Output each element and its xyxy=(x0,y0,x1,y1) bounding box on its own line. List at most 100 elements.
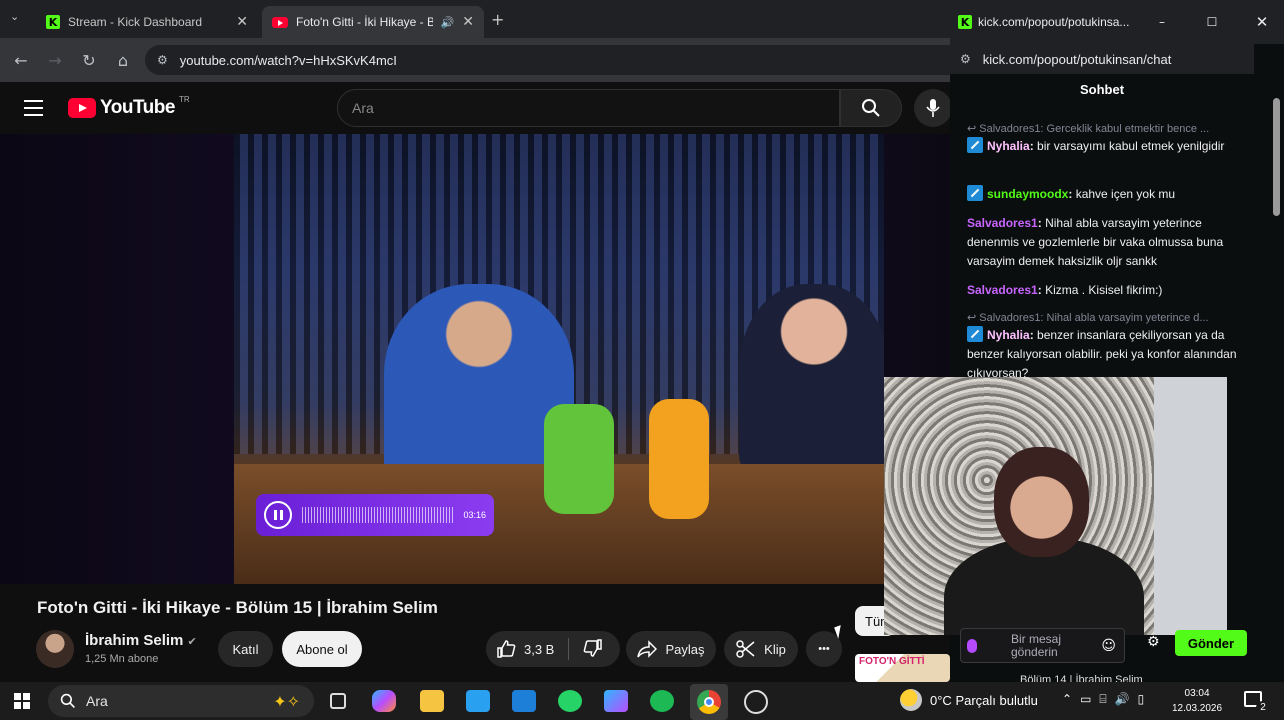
search-input[interactable]: Ara xyxy=(337,89,840,127)
close-icon[interactable]: ✕ xyxy=(1240,13,1284,31)
weather-widget[interactable]: 0°C Parçalı bulutlu xyxy=(930,693,1038,708)
clip-button[interactable]: Klip xyxy=(724,631,798,667)
tab-youtube-video[interactable]: Foto'n Gitti - İki Hikaye - Bö 🔊 ✕ xyxy=(262,6,484,38)
chat-username[interactable]: Nyhalia xyxy=(987,139,1030,153)
popout-title-bar: K kick.com/popout/potukinsa... – ☐ ✕ xyxy=(950,0,1284,44)
chat-message-input[interactable]: Bir mesaj gönderin ☺ xyxy=(960,628,1125,663)
tab-search-icon[interactable]: ⌄ xyxy=(10,10,19,23)
site-info-icon[interactable]: ⚙ xyxy=(960,52,971,66)
video-person-right xyxy=(739,284,884,474)
youtube-icon xyxy=(272,16,288,28)
url-text: youtube.com/watch?v=hHxSKvK4mcI xyxy=(179,52,397,68)
logo-text: YouTube xyxy=(100,97,175,118)
tray-app-icon[interactable]: ▭ xyxy=(1080,692,1099,706)
chat-text: bir varsayımı kabul etmek yenilgidir xyxy=(1037,139,1225,153)
clock-time: 03:04 xyxy=(1184,688,1210,699)
search-icon xyxy=(60,693,75,708)
subscriber-badge-icon xyxy=(967,326,983,342)
taskbar-search-placeholder: Ara xyxy=(86,693,108,709)
video-green-figure xyxy=(544,404,614,514)
audio-waveform xyxy=(302,507,454,523)
minimize-icon[interactable]: – xyxy=(1140,15,1184,29)
chat-text: kahve içen yok mu xyxy=(1075,187,1176,201)
popout-url-bar[interactable]: ⚙ kick.com/popout/potukinsan/chat xyxy=(950,44,1254,74)
like-button[interactable]: 3,3 B xyxy=(496,639,554,659)
kick-icon: K xyxy=(958,15,972,29)
system-clock[interactable]: 03:04 12.03.2026 xyxy=(1172,686,1222,716)
weather-text: Parçalı bulutlu xyxy=(955,693,1038,708)
clock-date: 12.03.2026 xyxy=(1172,703,1223,714)
chat-text: Kizma . Kisisel fikrim:) xyxy=(1045,283,1163,297)
search-icon xyxy=(862,99,880,117)
dislike-button[interactable] xyxy=(583,638,603,661)
site-info-icon[interactable]: ⚙ xyxy=(157,53,168,67)
taskbar-search-input[interactable]: Ara ✦✧ xyxy=(48,685,314,717)
weather-temp: 0°C xyxy=(930,693,952,708)
chevron-up-icon[interactable]: ⌃ xyxy=(1062,692,1080,706)
chat-message: sundaymoodx: kahve içen yok mu xyxy=(967,185,1237,204)
subscribe-button[interactable]: Abone ol xyxy=(282,631,362,667)
reply-reference[interactable]: ↩ Salvadores1: Gerceklik kabul etmektir … xyxy=(967,122,1209,135)
share-label: Paylaş xyxy=(665,641,705,657)
audio-player-overlay[interactable]: 03:16 xyxy=(256,494,494,536)
battery-icon[interactable]: ▯ xyxy=(1138,692,1153,706)
mail-icon[interactable] xyxy=(512,690,536,712)
reply-reference[interactable]: ↩ Salvadores1: Nihal abla varsayim yeter… xyxy=(967,311,1209,324)
chat-username[interactable]: sundaymoodx xyxy=(987,187,1068,201)
network-icon[interactable]: ⌸ xyxy=(1099,692,1114,706)
maximize-icon[interactable]: ☐ xyxy=(1190,15,1234,29)
address-bar[interactable]: ⚙ youtube.com/watch?v=hHxSKvK4mcI xyxy=(145,45,950,75)
whatsapp-icon[interactable] xyxy=(558,690,582,712)
file-explorer-icon[interactable] xyxy=(420,690,444,712)
weather-icon[interactable] xyxy=(900,689,922,711)
next-video-thumbnail[interactable]: FOTO'N GİTTİ xyxy=(855,654,950,682)
verified-icon: ✔ xyxy=(187,635,197,648)
tab-kick-dashboard[interactable]: K Stream - Kick Dashboard ✕ xyxy=(36,6,258,38)
popout-window-title: kick.com/popout/potukinsa... xyxy=(978,15,1130,29)
chat-username[interactable]: Salvadores1 xyxy=(967,216,1038,230)
new-tab-icon[interactable]: + xyxy=(491,10,504,29)
thumbnail-text: FOTO'N GİTTİ xyxy=(859,656,925,667)
microphone-icon xyxy=(967,638,977,653)
chat-username[interactable]: Salvadores1 xyxy=(967,283,1038,297)
m365-icon[interactable] xyxy=(604,690,628,712)
store-icon[interactable] xyxy=(466,690,490,712)
copilot-icon[interactable] xyxy=(372,690,396,712)
chat-message: Salvadores1: Kizma . Kisisel fikrim:) xyxy=(967,283,1163,297)
speaker-icon[interactable]: 🔊 xyxy=(441,16,455,29)
chat-placeholder: Bir mesaj gönderin xyxy=(987,632,1091,659)
search-button[interactable] xyxy=(840,89,902,127)
popout-url-text: kick.com/popout/potukinsan/chat xyxy=(982,51,1172,67)
windows-start-icon[interactable] xyxy=(14,693,30,709)
chat-username[interactable]: Nyhalia xyxy=(987,328,1030,342)
task-view-icon[interactable] xyxy=(330,693,346,709)
menu-icon[interactable] xyxy=(24,100,43,121)
reply-text: Salvadores1: Nihal abla varsayim yeterin… xyxy=(979,312,1209,324)
obs-icon[interactable] xyxy=(744,690,768,714)
home-icon[interactable]: ⌂ xyxy=(106,51,140,70)
chat-message: Salvadores1: Nihal abla varsayim yeterin… xyxy=(967,216,1224,268)
join-button[interactable]: Katıl xyxy=(218,631,273,667)
close-icon[interactable]: ✕ xyxy=(236,14,248,30)
channel-avatar[interactable] xyxy=(36,630,74,668)
chrome-taskbar-button[interactable] xyxy=(690,684,728,720)
chat-header: Sohbet xyxy=(1079,82,1125,97)
system-tray[interactable]: ⌃▭⌸🔊▯ xyxy=(1062,692,1152,707)
voice-search-button[interactable] xyxy=(914,89,952,127)
back-icon[interactable]: ← xyxy=(4,51,38,70)
more-icon: ••• xyxy=(818,643,830,655)
send-button[interactable]: Gönder xyxy=(1175,630,1247,656)
share-button[interactable]: Paylaş xyxy=(626,631,716,667)
forward-icon: → xyxy=(48,50,62,70)
reload-icon[interactable]: ↻ xyxy=(72,51,106,70)
settings-gear-icon[interactable]: ⚙ xyxy=(1147,634,1160,650)
youtube-logo[interactable]: YouTube TR xyxy=(68,95,190,119)
volume-icon[interactable]: 🔊 xyxy=(1115,692,1138,706)
search-placeholder: Ara xyxy=(352,100,374,116)
scrollbar-thumb[interactable] xyxy=(1273,98,1280,216)
emoji-icon[interactable]: ☺ xyxy=(1101,638,1124,654)
close-icon[interactable]: ✕ xyxy=(462,14,474,30)
spotify-icon[interactable] xyxy=(650,690,674,712)
pause-icon[interactable] xyxy=(264,501,292,529)
channel-name[interactable]: İbrahim Selim ✔ xyxy=(85,632,197,649)
